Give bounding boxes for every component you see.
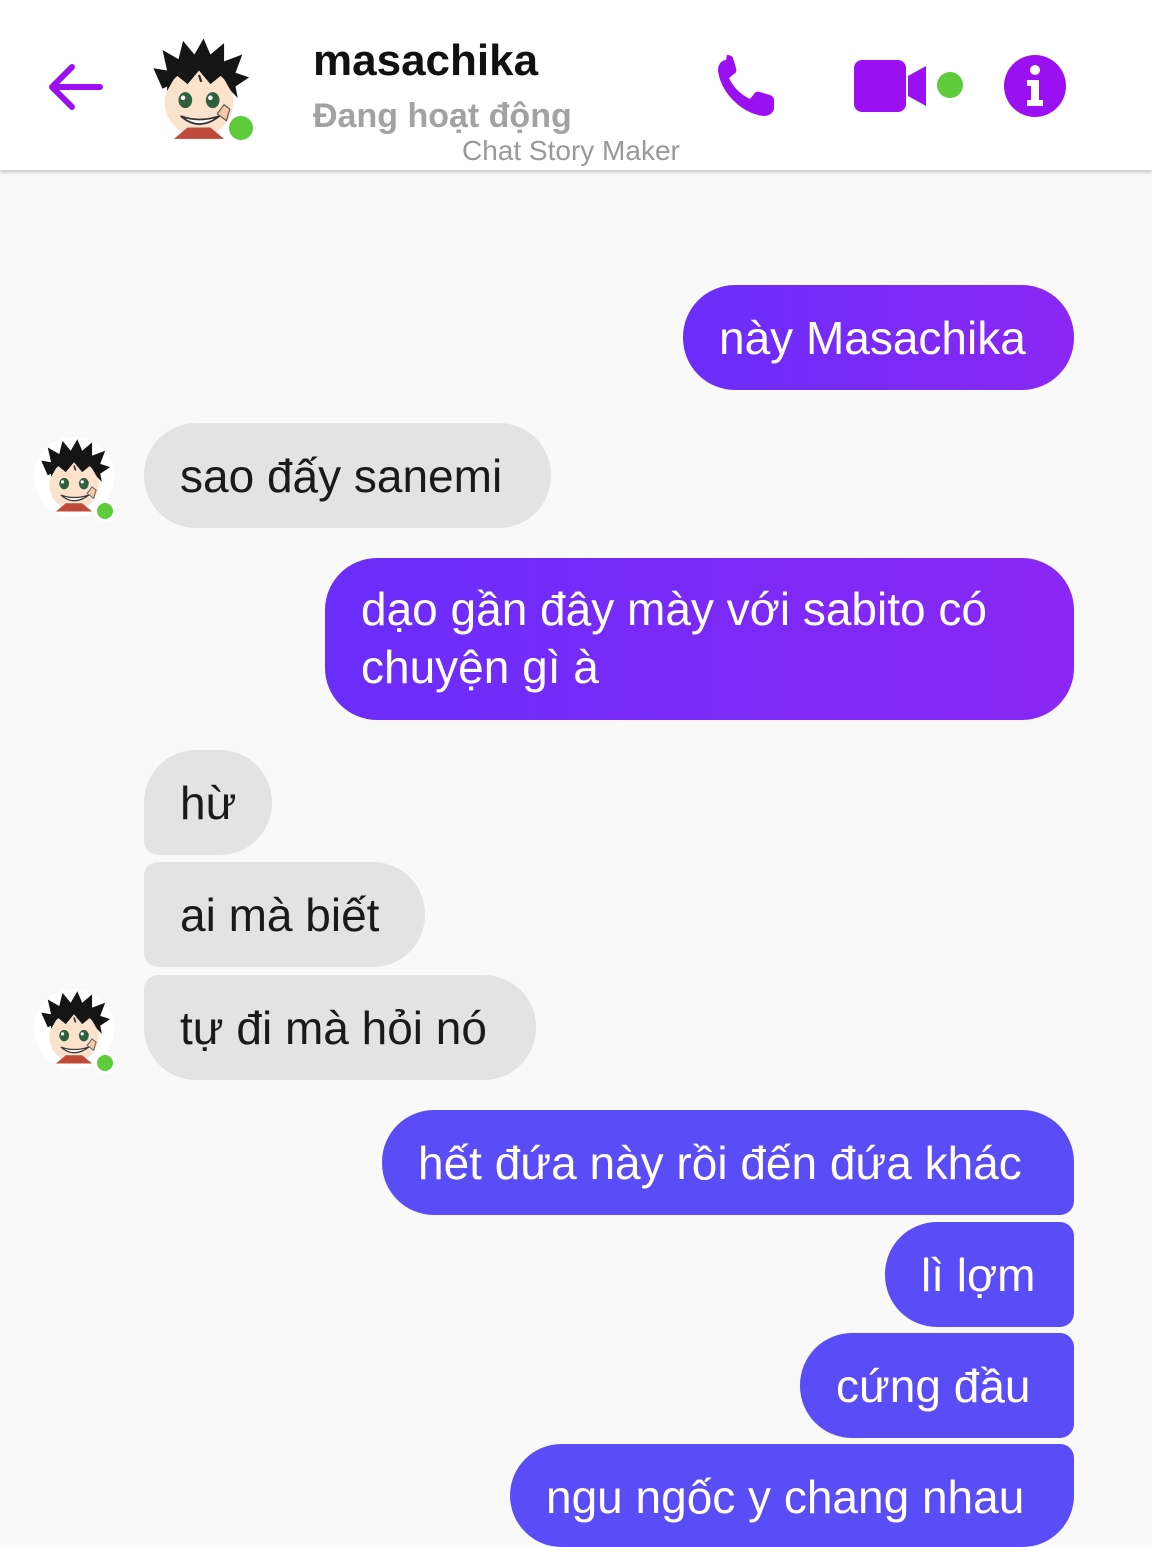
info-icon[interactable] (1003, 54, 1067, 118)
incoming-message[interactable]: sao đấy sanemi (144, 423, 551, 528)
message-text: cứng đầu (836, 1360, 1031, 1412)
message-text: hừ (180, 777, 237, 829)
message-text: này Masachika (719, 312, 1026, 364)
incoming-message[interactable]: hừ (144, 750, 272, 855)
message-text-line: chuyện gì à (361, 641, 599, 693)
message-text: ngu ngốc y chang nhau (546, 1471, 1025, 1523)
outgoing-message[interactable]: dạo gần đây mày với sabito có chuyện gì … (325, 558, 1074, 720)
message-text: lì lợm (921, 1249, 1036, 1301)
message-text: tự đi mà hỏi nó (180, 1002, 487, 1054)
online-indicator (226, 113, 256, 143)
message-text: ai mà biết (180, 889, 380, 941)
online-indicator (94, 500, 116, 522)
outgoing-message[interactable]: này Masachika (683, 285, 1074, 390)
message-text: sao đấy sanemi (180, 450, 503, 502)
outgoing-message[interactable]: lì lợm (885, 1222, 1074, 1327)
chat-header: masachika Đang hoạt động Chat Story Make… (0, 0, 1152, 170)
active-status: Đang hoạt động (313, 97, 572, 135)
video-camera-icon[interactable] (850, 58, 930, 114)
contact-name[interactable]: masachika (313, 36, 538, 86)
watermark: Chat Story Maker (462, 135, 680, 166)
phone-icon[interactable] (712, 52, 782, 122)
video-available-indicator (937, 72, 963, 98)
back-arrow-icon[interactable] (44, 55, 108, 119)
outgoing-message[interactable]: cứng đầu (800, 1333, 1074, 1438)
message-text: hết đứa này rồi đến đứa khác (418, 1137, 1022, 1189)
outgoing-message[interactable]: hết đứa này rồi đến đứa khác (382, 1110, 1074, 1215)
incoming-message[interactable]: ai mà biết (144, 862, 425, 967)
message-text-line: dạo gần đây mày với sabito có (361, 583, 987, 635)
online-indicator (94, 1052, 116, 1074)
outgoing-message[interactable]: ngu ngốc y chang nhau (510, 1444, 1074, 1547)
incoming-message[interactable]: tự đi mà hỏi nó (144, 975, 536, 1080)
